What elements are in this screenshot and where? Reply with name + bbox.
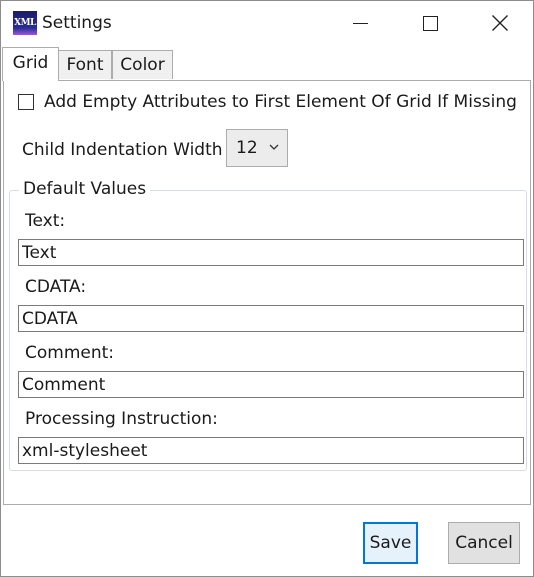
text-input[interactable] [18, 239, 524, 266]
text-label: Text: [25, 211, 66, 231]
close-button[interactable] [465, 1, 534, 45]
grid-tab-panel: Add Empty Attributes to First Element Of… [3, 80, 531, 505]
comment-input[interactable] [18, 371, 524, 398]
settings-window: XML Settings Grid Font Color Add Empty A… [0, 0, 534, 577]
cdata-input[interactable] [18, 305, 524, 332]
maximize-icon [423, 16, 438, 31]
processing-instruction-input[interactable] [18, 437, 524, 464]
add-empty-attributes-label[interactable]: Add Empty Attributes to First Element Of… [44, 92, 517, 112]
default-values-title: Default Values [19, 179, 151, 199]
title-bar: XML Settings [1, 1, 533, 45]
save-button[interactable]: Save [363, 522, 418, 564]
child-indentation-label: Child Indentation Width [22, 140, 223, 160]
child-indentation-select[interactable]: 12 [226, 129, 288, 167]
cdata-label: CDATA: [25, 277, 87, 297]
default-values-group: Default Values Text: CDATA: Comment: Pro… [9, 179, 527, 471]
tab-font[interactable]: Font [58, 50, 112, 79]
comment-label: Comment: [25, 343, 115, 363]
child-indentation-value: 12 [236, 138, 258, 158]
xml-app-icon: XML [13, 11, 37, 35]
close-icon [492, 15, 508, 31]
minimize-button[interactable] [325, 1, 395, 45]
cancel-button[interactable]: Cancel [448, 522, 520, 564]
maximize-button[interactable] [395, 1, 465, 45]
window-title: Settings [42, 13, 112, 33]
tab-strip: Grid Font Color [1, 47, 533, 81]
tab-grid[interactable]: Grid [2, 47, 59, 81]
tab-color[interactable]: Color [112, 50, 173, 79]
add-empty-attributes-checkbox[interactable] [18, 94, 34, 110]
minimize-icon [353, 23, 368, 24]
processing-instruction-label: Processing Instruction: [25, 409, 218, 429]
chevron-down-icon [269, 144, 279, 150]
